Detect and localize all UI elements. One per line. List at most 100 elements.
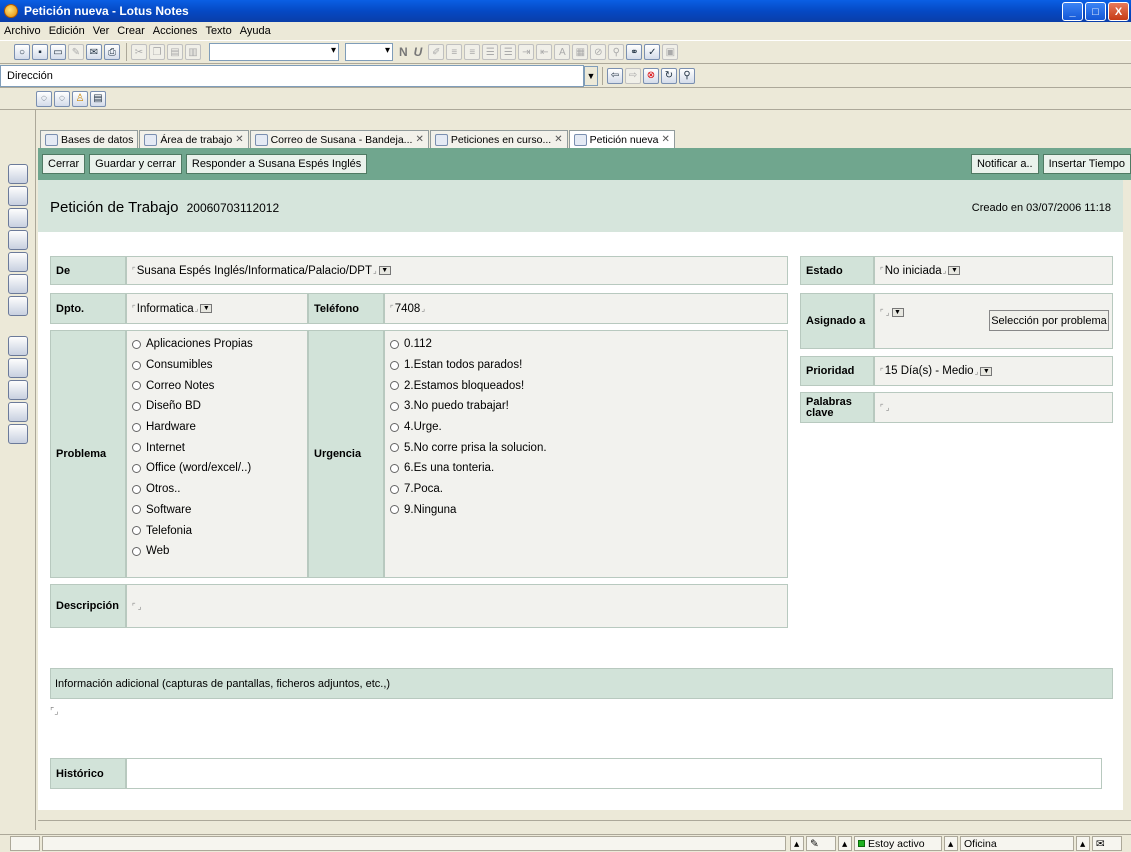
chevron-up-icon[interactable]: ▴ [944,836,958,851]
menu-ayuda[interactable]: Ayuda [240,25,271,37]
link-icon[interactable]: ⚲ [608,44,625,60]
chat-icon[interactable]: ◌ [54,90,70,107]
chevron-down-icon[interactable]: ▼ [378,266,391,275]
urgencia-option[interactable]: 5.No corre prisa la solucion. [390,437,547,458]
menu-archivo[interactable]: Archivo [4,25,41,37]
radio-icon[interactable] [390,463,399,473]
chevron-up-icon[interactable]: ▴ [790,836,804,851]
guardar-cerrar-button[interactable]: Guardar y cerrar [89,154,182,174]
radio-icon[interactable] [390,360,399,370]
vertical-scrollbar[interactable] [1123,180,1131,810]
close-window-button[interactable]: X [1108,2,1129,21]
chevron-down-icon[interactable]: ▼ [584,65,598,86]
history-icon[interactable] [8,424,28,444]
mail-icon[interactable]: ✉ [86,44,102,60]
urgencia-option[interactable]: 0.112 [390,334,547,355]
problema-option[interactable]: Diseño BD [132,396,253,417]
address-field[interactable]: Dirección [0,64,584,87]
radio-icon[interactable] [132,526,141,536]
bullets-icon[interactable]: ☰ [482,44,499,60]
preview-icon[interactable]: ▣ [662,44,679,60]
radio-icon[interactable] [132,463,141,473]
paste-icon[interactable]: ▤ [167,44,183,60]
telefono-field[interactable]: ⌜ 7408 ⌟ [384,293,788,324]
edit-icon[interactable]: ✎ [68,44,84,60]
forward-icon[interactable]: ⇨ [625,67,641,84]
indent-icon[interactable]: ⇥ [518,44,535,60]
problema-option[interactable]: Aplicaciones Propias [132,334,253,355]
radio-icon[interactable] [390,422,399,432]
notificar-button[interactable]: Notificar a.. [970,154,1039,174]
radio-icon[interactable] [390,339,399,349]
favorites-icon[interactable] [8,336,28,356]
table-icon[interactable]: ▦ [572,44,589,60]
font-color-icon[interactable]: A [554,44,571,60]
print-icon[interactable]: ⎙ [104,44,120,60]
copy-icon[interactable]: ❐ [149,44,165,60]
menu-crear[interactable]: Crear [117,25,145,37]
de-field[interactable]: ⌜ Susana Espés Inglés/Informatica/Palacio… [126,256,788,285]
radio-icon[interactable] [390,484,399,494]
attachments-field[interactable]: ⌜⌟ [50,706,58,717]
sametime-icon[interactable] [8,274,28,294]
outdent-icon[interactable]: ⇤ [536,44,553,60]
find-icon[interactable]: ⚭ [626,44,643,60]
location-status[interactable]: Oficina [960,836,1074,851]
radio-icon[interactable] [132,401,141,411]
chevron-up-icon[interactable]: ▴ [838,836,852,851]
urgencia-option[interactable]: 2.Estamos bloqueados! [390,375,547,396]
database-icon[interactable] [8,252,28,272]
font-combo[interactable] [345,43,393,61]
radio-icon[interactable] [132,381,141,391]
attach-icon[interactable]: ⊘ [590,44,607,60]
dpto-field[interactable]: ⌜ Informatica ⌟ ▼ [126,293,308,324]
chevron-down-icon[interactable]: ▼ [200,304,213,313]
tab-peticion-nueva[interactable]: Petición nueva ✕ [568,130,675,148]
radio-icon[interactable] [390,381,399,391]
address-book-icon[interactable] [8,208,28,228]
tab-correo[interactable]: Correo de Susana - Bandeja... ✕ [249,130,429,148]
radio-icon[interactable] [132,484,141,494]
maximize-button[interactable]: □ [1085,2,1106,21]
tab-bases-de-datos[interactable]: Bases de datos [40,130,139,148]
calendar-icon[interactable] [8,186,28,206]
insertar-tiempo-button[interactable]: Insertar Tiempo [1042,154,1131,174]
radio-icon[interactable] [390,401,399,411]
refresh-icon[interactable]: ↻ [661,67,677,84]
palabras-clave-field[interactable]: ⌜ ⌟ [874,392,1113,423]
folders-icon[interactable] [8,402,28,422]
problema-option[interactable]: Consumibles [132,355,253,376]
radio-icon[interactable] [132,339,141,349]
bookmark-icon[interactable]: ○ [14,44,30,60]
urgencia-option[interactable]: 4.Urge. [390,417,547,438]
problema-option[interactable]: Telefonia [132,520,253,541]
person-icon[interactable]: ♙ [72,90,88,107]
stop-icon[interactable]: ⊗ [643,67,659,84]
align-center-icon[interactable]: ≡ [464,44,481,60]
menu-ver[interactable]: Ver [93,25,110,37]
numbering-icon[interactable]: ☰ [500,44,517,60]
problema-option[interactable]: Correo Notes [132,375,253,396]
urgencia-option[interactable]: 3.No puedo trabajar! [390,396,547,417]
problema-option[interactable]: Otros.. [132,479,253,500]
problema-option[interactable]: Web [132,541,253,562]
edit-mode-icon[interactable]: ✎ [806,836,836,851]
form-icon[interactable]: ▤ [90,90,106,107]
save-icon[interactable]: ▪ [32,44,48,60]
spell-check-icon[interactable]: ✓ [644,44,661,60]
chevron-up-icon[interactable]: ▴ [1076,836,1090,851]
radio-icon[interactable] [390,443,399,453]
menu-texto[interactable]: Texto [205,25,231,37]
chevron-down-icon[interactable]: ▼ [948,266,961,275]
radio-icon[interactable] [132,360,141,370]
problema-option[interactable]: Hardware [132,417,253,438]
problema-option[interactable]: Internet [132,437,253,458]
replicator-icon[interactable] [8,296,28,316]
online-status[interactable]: Estoy activo [854,836,942,851]
todo-icon[interactable] [8,230,28,250]
minimize-button[interactable]: _ [1062,2,1083,21]
databases-icon[interactable] [8,358,28,378]
discussion-icon[interactable]: ◌ [36,90,52,107]
chevron-down-icon[interactable]: ▼ [891,308,904,317]
tab-area-de-trabajo[interactable]: Área de trabajo ✕ [139,130,249,148]
